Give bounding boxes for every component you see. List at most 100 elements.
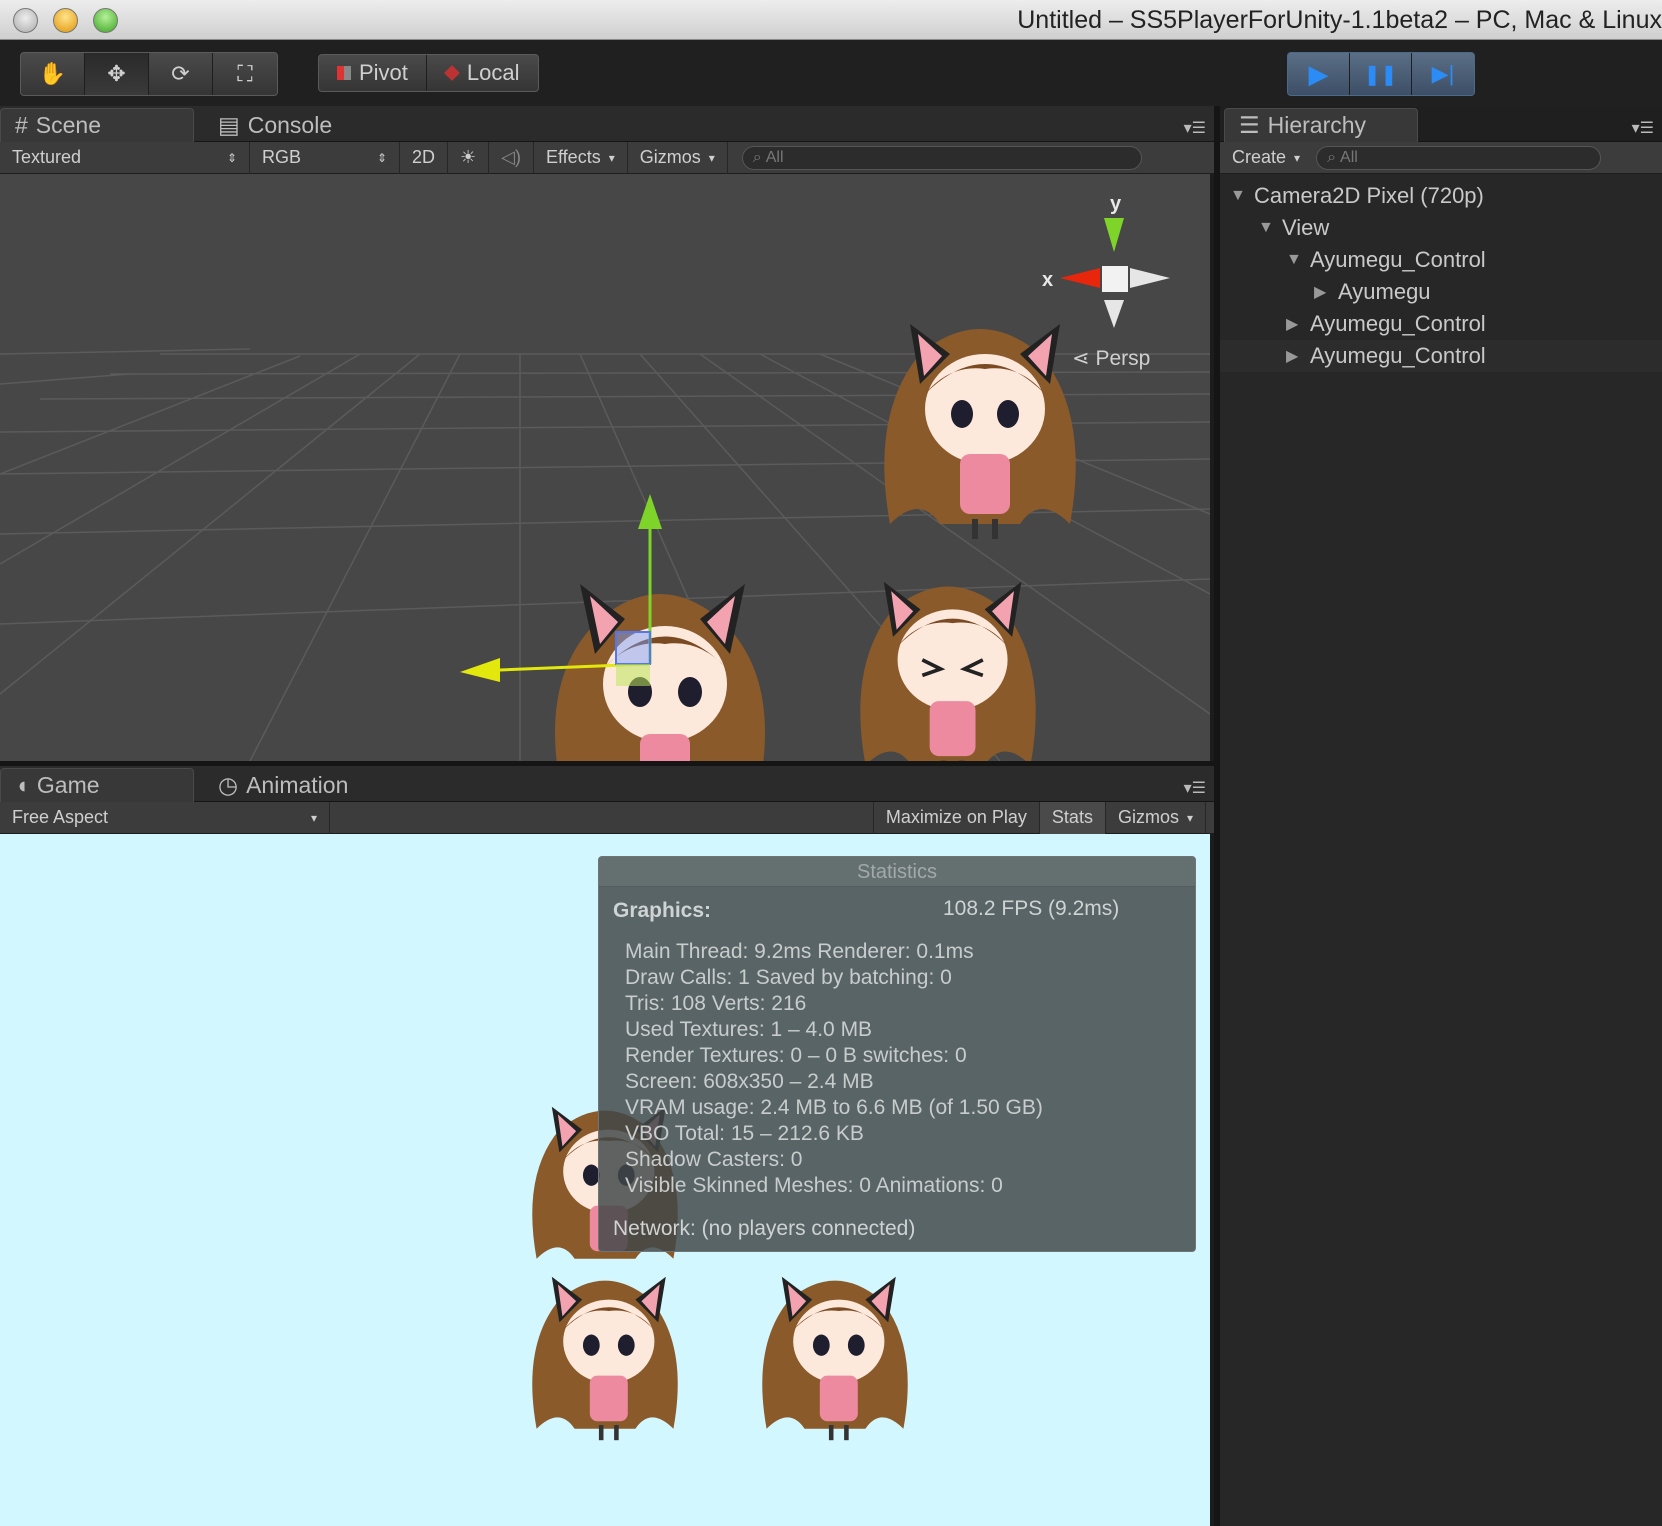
create-dropdown[interactable]: Create ▾ — [1220, 142, 1312, 174]
hierarchy-item-selected[interactable]: ▶ Ayumegu_Control — [1220, 340, 1662, 372]
chevron-down-icon: ▾ — [1186, 810, 1193, 825]
move-gizmo-x-arrow[interactable] — [460, 658, 500, 682]
rotate-tool-button[interactable]: ⟳ — [149, 53, 213, 95]
character-sprite[interactable] — [838, 554, 1058, 761]
move-gizmo-plane-handle[interactable] — [615, 631, 651, 665]
tab-scene[interactable]: # Scene — [0, 108, 194, 142]
tab-console[interactable]: ▤ Console — [204, 108, 346, 142]
local-toggle[interactable]: Local — [427, 55, 538, 91]
move-gizmo[interactable] — [460, 484, 720, 744]
minimize-window-button[interactable] — [53, 8, 78, 33]
stat-line: Screen: 608x350 – 2.4 MB — [625, 1070, 874, 1093]
hierarchy-item[interactable]: ▼ View — [1220, 212, 1662, 244]
gizmo-x-label: x — [1042, 269, 1053, 291]
tab-animation[interactable]: ◷ Animation — [204, 768, 362, 802]
move-tool-button[interactable]: ✥ — [85, 53, 149, 95]
fps-value: 108.2 FPS (9.2ms) — [943, 897, 1120, 920]
hierarchy-item-label: Ayumegu — [1338, 279, 1431, 304]
character-sprite[interactable] — [740, 1254, 930, 1444]
panel-menu-icon[interactable]: ▾☰ — [1632, 118, 1654, 138]
character-sprite[interactable] — [860, 294, 1100, 544]
game-viewport[interactable]: Statistics Graphics: 108.2 FPS (9.2ms) M… — [0, 834, 1210, 1526]
game-gizmos-label: Gizmos — [1117, 807, 1179, 827]
pause-button[interactable]: ❚❚ — [1350, 53, 1412, 95]
gizmo-neg-x-arrow[interactable] — [1130, 268, 1170, 288]
gizmo-y-arrow[interactable] — [1104, 218, 1124, 252]
pivot-label: Pivot — [359, 60, 408, 85]
hierarchy-item-label: Ayumegu_Control — [1310, 311, 1486, 336]
panel-splitter[interactable] — [0, 761, 1214, 766]
lighting-toggle[interactable]: ☀ — [448, 141, 490, 174]
panel-menu-icon[interactable]: ▾☰ — [1184, 118, 1206, 138]
scale-tool-button[interactable]: ⛶ — [213, 53, 277, 95]
tab-hierarchy[interactable]: ☰ Hierarchy — [1224, 108, 1418, 142]
statistics-lines: Main Thread: 9.2ms Renderer: 0.1ms Draw … — [625, 939, 1043, 1199]
chevron-down-icon: ▾ — [608, 150, 615, 165]
game-control-bar: Free Aspect ▾ Maximize on Play Stats Giz… — [0, 801, 1214, 834]
pivot-toggle[interactable]: Pivot — [319, 55, 427, 91]
game-gizmos-dropdown[interactable]: Gizmos ▾ — [1106, 801, 1206, 834]
zoom-window-button[interactable] — [93, 8, 118, 33]
effects-label: Effects — [546, 147, 601, 167]
local-icon — [444, 65, 460, 81]
hierarchy-item[interactable]: ▼ Camera2D Pixel (720p) — [1220, 180, 1662, 212]
panel-splitter[interactable] — [1214, 106, 1220, 1526]
scene-viewport[interactable]: y x ⋖ Persp — [0, 174, 1210, 761]
character-sprite[interactable] — [510, 1254, 700, 1444]
effects-dropdown[interactable]: Effects ▾ — [534, 141, 628, 174]
render-mode-value: RGB — [262, 147, 302, 167]
hand-tool-button[interactable]: ✋ — [21, 53, 85, 95]
expand-triangle-icon[interactable]: ▼ — [1230, 187, 1246, 205]
hierarchy-item[interactable]: ▼ Ayumegu_Control — [1220, 244, 1662, 276]
draw-mode-dropdown[interactable]: Textured ⇕ — [0, 141, 250, 174]
mode-2d-toggle[interactable]: 2D — [400, 141, 449, 174]
panel-menu-icon[interactable]: ▾☰ — [1184, 778, 1206, 798]
move-gizmo-xy-plane[interactable] — [616, 664, 650, 686]
search-icon: ⌕ — [752, 148, 762, 166]
gizmo-center-cube[interactable] — [1102, 266, 1128, 292]
hierarchy-search-input[interactable]: ⌕ All — [1316, 145, 1602, 170]
gizmos-dropdown[interactable]: Gizmos ▾ — [628, 141, 728, 174]
collapse-triangle-icon[interactable]: ▶ — [1314, 282, 1330, 302]
scene-search-input[interactable]: ⌕ All — [741, 145, 1142, 170]
maximize-on-play-toggle[interactable]: Maximize on Play — [872, 801, 1040, 834]
hierarchy-item[interactable]: ▶ Ayumegu — [1220, 276, 1662, 308]
search-placeholder: All — [1340, 148, 1358, 166]
collapse-triangle-icon[interactable]: ▶ — [1286, 346, 1302, 366]
chevron-down-icon: ▾ — [1294, 150, 1301, 165]
console-icon: ▤ — [218, 111, 240, 138]
hierarchy-item[interactable]: ▶ Ayumegu_Control — [1220, 308, 1662, 340]
hierarchy-panel: ☰ Hierarchy ▾☰ Create ▾ ⌕ All ▼ Camera2D… — [1220, 106, 1662, 1526]
hierarchy-item-label: Ayumegu_Control — [1310, 343, 1486, 368]
move-gizmo-y-arrow[interactable] — [638, 494, 662, 529]
expand-triangle-icon[interactable]: ▼ — [1258, 219, 1274, 237]
unity-editor-window: Untitled – SS5PlayerForUnity-1.1beta2 – … — [0, 0, 1662, 1526]
gizmo-neg-y-arrow[interactable] — [1104, 300, 1124, 328]
expand-triangle-icon[interactable]: ▼ — [1286, 251, 1302, 269]
sun-icon: ☀ — [460, 147, 477, 167]
graphics-label: Graphics: — [613, 899, 712, 922]
tab-game[interactable]: ◖ Game — [0, 768, 194, 802]
updown-icon: ⇕ — [376, 150, 387, 165]
stats-toggle[interactable]: Stats — [1039, 801, 1106, 834]
render-mode-dropdown[interactable]: RGB ⇕ — [250, 141, 400, 174]
gizmo-x-arrow[interactable] — [1060, 268, 1100, 288]
stat-line: VRAM usage: 2.4 MB to 6.6 MB (of 1.50 GB… — [625, 1096, 1043, 1119]
audio-toggle[interactable]: ◁) — [489, 141, 534, 174]
pivot-mode-group: Pivot Local — [318, 54, 539, 92]
animation-icon: ◷ — [218, 771, 239, 798]
aspect-dropdown[interactable]: Free Aspect ▾ — [0, 801, 330, 834]
step-button[interactable]: ▶| — [1412, 53, 1474, 95]
play-button[interactable]: ▶ — [1288, 53, 1350, 95]
rotate-icon: ⟳ — [171, 61, 190, 86]
chevron-down-icon: ▾ — [708, 150, 715, 165]
game-icon: ◖ — [15, 772, 29, 798]
close-window-button[interactable] — [13, 8, 38, 33]
main-toolbar: ✋ ✥ ⟳ ⛶ Pivot Local ▶ ❚❚ ▶| — [0, 40, 1662, 106]
stat-line: Render Textures: 0 – 0 B switches: 0 — [625, 1044, 967, 1067]
updown-icon: ⇕ — [226, 150, 237, 165]
collapse-triangle-icon[interactable]: ▶ — [1286, 314, 1302, 334]
aspect-value: Free Aspect — [12, 807, 109, 827]
gizmos-label: Gizmos — [639, 147, 701, 167]
mode-2d-label: 2D — [412, 147, 436, 167]
